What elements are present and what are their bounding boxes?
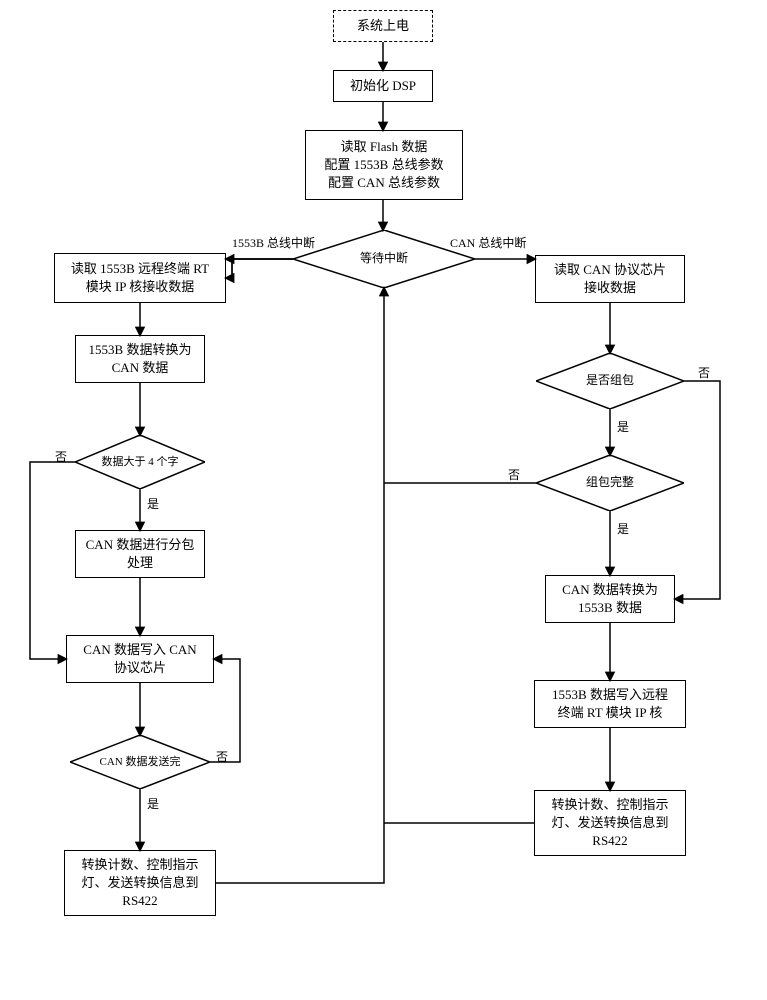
node-label: 初始化 DSP [350,77,416,95]
node-label: 系统上电 [357,17,409,35]
node-label: CAN 数据发送完 [88,755,193,769]
node-split: CAN 数据进行分包处理 [75,530,205,578]
node-read-1553: 读取 1553B 远程终端 RT模块 IP 核接收数据 [54,253,226,303]
node-left-end: 转换计数、控制指示灯、发送转换信息到RS422 [64,850,216,916]
node-gt4: 数据大于 4 个字 [75,435,205,489]
edge-label-complete-no: 否 [508,466,520,483]
node-init-dsp: 初始化 DSP [333,70,433,102]
node-label: 1553B 数据转换为CAN 数据 [89,341,192,377]
node-label: 组包完整 [574,475,646,491]
node-label: 读取 Flash 数据配置 1553B 总线参数配置 CAN 总线参数 [324,138,443,193]
edge-label-right-branch: CAN 总线中断 [450,234,526,251]
node-label: 读取 CAN 协议芯片接收数据 [554,261,666,297]
node-label: 1553B 数据写入远程终端 RT 模块 IP 核 [552,686,668,722]
node-label: 转换计数、控制指示灯、发送转换信息到RS422 [551,796,668,851]
node-is-packet: 是否组包 [536,353,684,409]
edge-label-gt4-no: 否 [55,448,67,465]
node-label: CAN 数据进行分包处理 [86,536,195,572]
node-label: 数据大于 4 个字 [90,455,191,469]
node-label: 读取 1553B 远程终端 RT模块 IP 核接收数据 [71,260,209,296]
node-right-end: 转换计数、控制指示灯、发送转换信息到RS422 [534,790,686,856]
edge-label-sent-no: 否 [216,748,228,765]
node-wait-interrupt: 等待中断 [293,230,475,288]
node-write-1553: 1553B 数据写入远程终端 RT 模块 IP 核 [534,680,686,728]
node-label: 转换计数、控制指示灯、发送转换信息到RS422 [81,856,198,911]
edge-label-sent-yes: 是 [147,795,159,812]
node-label: CAN 数据写入 CAN协议芯片 [83,641,196,677]
node-to-can: 1553B 数据转换为CAN 数据 [75,335,205,383]
node-write-can: CAN 数据写入 CAN协议芯片 [66,635,214,683]
edge-label-ispacket-no: 否 [698,364,710,381]
edge-label-complete-yes: 是 [617,520,629,537]
node-power-on: 系统上电 [333,10,433,42]
edge-label-gt4-yes: 是 [147,495,159,512]
node-label: 等待中断 [348,251,420,267]
node-sent-done: CAN 数据发送完 [70,735,210,789]
node-to-1553: CAN 数据转换为1553B 数据 [545,575,675,623]
node-packet-complete: 组包完整 [536,455,684,511]
edge-label-ispacket-yes: 是 [617,418,629,435]
node-label: CAN 数据转换为1553B 数据 [562,581,658,617]
edge-label-left-branch: 1553B 总线中断 [232,234,315,251]
node-read-flash: 读取 Flash 数据配置 1553B 总线参数配置 CAN 总线参数 [305,130,463,200]
node-read-can: 读取 CAN 协议芯片接收数据 [535,255,685,303]
node-label: 是否组包 [574,373,646,389]
